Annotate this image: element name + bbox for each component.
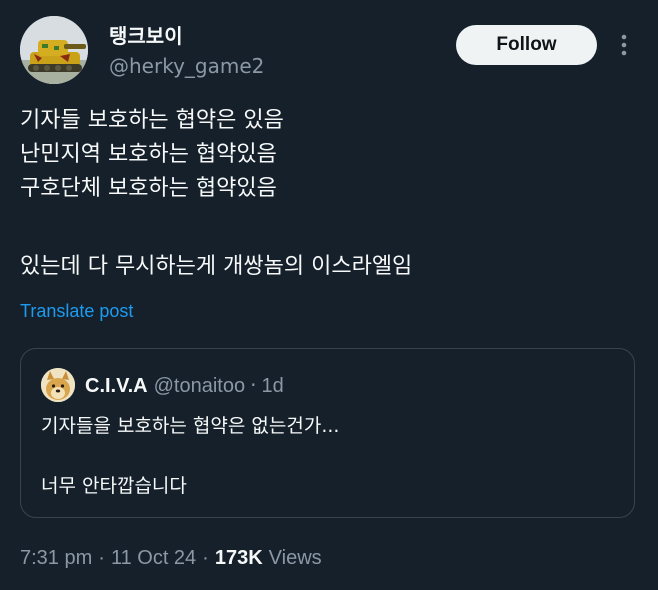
tweet-date[interactable]: 11 Oct 24	[111, 547, 196, 569]
tank-avatar-image	[20, 16, 88, 84]
tweet-text-line: 구호단체 보호하는 협약있음	[20, 176, 277, 201]
quote-separator: ·	[250, 373, 257, 397]
quote-text-line: 너무 안타깝습니다	[41, 475, 187, 497]
doge-avatar-image	[41, 368, 75, 402]
meta-separator: ·	[98, 547, 105, 569]
quote-header: C.I.V.A @tonaitoo · 1d	[85, 371, 284, 400]
author-avatar[interactable]	[20, 16, 88, 84]
author-handle[interactable]: @herky_game2	[109, 52, 264, 80]
more-dots-icon	[621, 34, 627, 56]
translate-post-link[interactable]: Translate post	[20, 298, 133, 324]
quote-timestamp[interactable]: 1d	[261, 375, 283, 397]
tweet-text: 기자들 보호하는 협약은 있음 난민지역 보호하는 협약있음 구호단체 보호하는…	[20, 104, 640, 284]
tweet-text-line: 있는데 다 무시하는게 개쌍놈의 이스라엘임	[20, 254, 413, 279]
author-info[interactable]: 탱크보이 @herky_game2	[109, 22, 264, 80]
tweet-text-line: 기자들 보호하는 협약은 있음	[20, 108, 284, 133]
quote-text: 기자들을 보호하는 협약은 없는건가... 너무 안타깝습니다	[41, 411, 339, 501]
quote-text-line: 기자들을 보호하는 협약은 없는건가...	[41, 415, 340, 437]
tweet-time[interactable]: 7:31 pm	[20, 547, 92, 569]
views-count: 173K	[214, 547, 263, 569]
meta-separator: ·	[202, 547, 209, 569]
quote-author-avatar	[41, 368, 75, 402]
follow-button[interactable]: Follow	[456, 25, 597, 65]
quote-author-handle[interactable]: @tonaitoo	[154, 375, 245, 397]
views-label: Views	[268, 547, 322, 569]
more-options-button[interactable]	[612, 28, 636, 62]
quote-author-display-name[interactable]: C.I.V.A	[85, 375, 148, 397]
tweet-meta: 7:31 pm · 11 Oct 24 · 173K Views	[20, 544, 322, 572]
author-display-name[interactable]: 탱크보이	[109, 22, 264, 50]
tweet-text-line: 난민지역 보호하는 협약있음	[20, 142, 277, 167]
quoted-tweet-card[interactable]: C.I.V.A @tonaitoo · 1d 기자들을 보호하는 협약은 없는건가..…	[20, 348, 635, 518]
quote-text-blank-line	[41, 441, 339, 471]
